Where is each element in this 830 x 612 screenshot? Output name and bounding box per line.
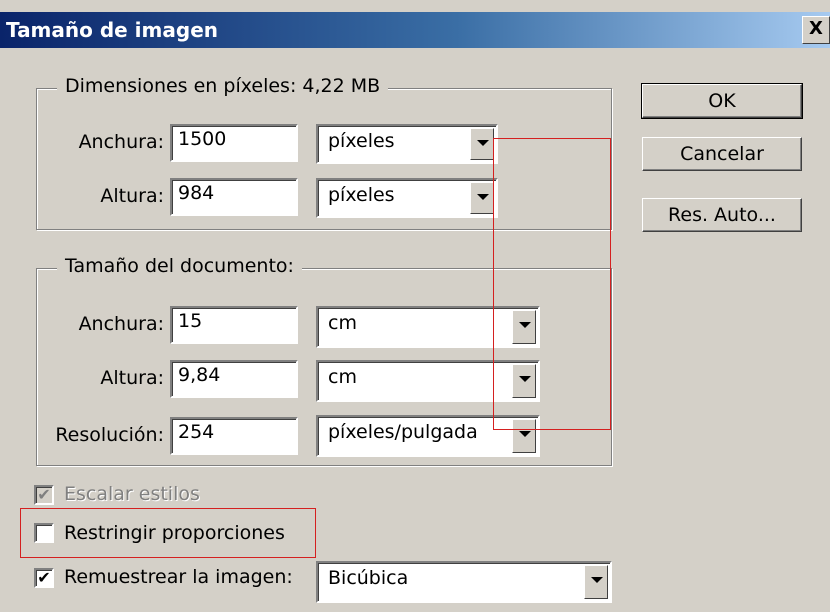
chevron-down-icon[interactable] (470, 182, 494, 214)
resample-label: Remuestrear la imagen: (64, 566, 293, 588)
doc-width-label: Anchura: (78, 313, 164, 335)
document-size-legend: Tamaño del documento: (57, 255, 302, 277)
ok-button[interactable]: OK (641, 83, 803, 119)
highlight-box-units (493, 138, 611, 430)
resolution-input[interactable]: 254 (170, 417, 298, 455)
resample-method-select[interactable]: Bicúbica (316, 561, 612, 603)
highlight-box-constrain (20, 508, 316, 558)
pixel-width-input[interactable]: 1500 (170, 124, 298, 162)
cancel-button[interactable]: Cancelar (642, 137, 802, 171)
doc-height-unit-value: cm (328, 366, 357, 388)
pixel-width-unit-select[interactable]: píxeles (316, 124, 498, 164)
close-button[interactable]: X (802, 16, 830, 44)
chevron-down-icon[interactable] (470, 128, 494, 160)
doc-height-label: Altura: (100, 367, 164, 389)
chevron-down-icon[interactable] (584, 565, 608, 599)
pixel-height-input[interactable]: 984 (170, 178, 298, 216)
resolution-unit-value: píxeles/pulgada (328, 421, 478, 443)
resample-method-value: Bicúbica (328, 567, 409, 589)
doc-width-unit-value: cm (328, 312, 357, 334)
resample-checkbox[interactable]: ✔ (34, 568, 54, 588)
doc-width-input[interactable]: 15 (170, 306, 298, 344)
resolution-label: Resolución: (55, 424, 164, 446)
pixel-dimensions-legend: Dimensiones en píxeles: 4,22 MB (57, 75, 389, 97)
pixel-width-label: Anchura: (78, 131, 164, 153)
pixel-height-label: Altura: (100, 185, 164, 207)
dialog-title: Tamaño de imagen (6, 18, 218, 42)
title-bar: Tamaño de imagen X (0, 12, 830, 48)
scale-styles-checkbox[interactable]: ✔ (34, 485, 54, 505)
auto-resolution-button[interactable]: Res. Auto... (642, 198, 802, 232)
scale-styles-label: Escalar estilos (64, 483, 200, 505)
pixel-height-unit-value: píxeles (328, 184, 395, 206)
pixel-width-unit-value: píxeles (328, 130, 395, 152)
doc-height-input[interactable]: 9,84 (170, 360, 298, 398)
pixel-height-unit-select[interactable]: píxeles (316, 178, 498, 218)
